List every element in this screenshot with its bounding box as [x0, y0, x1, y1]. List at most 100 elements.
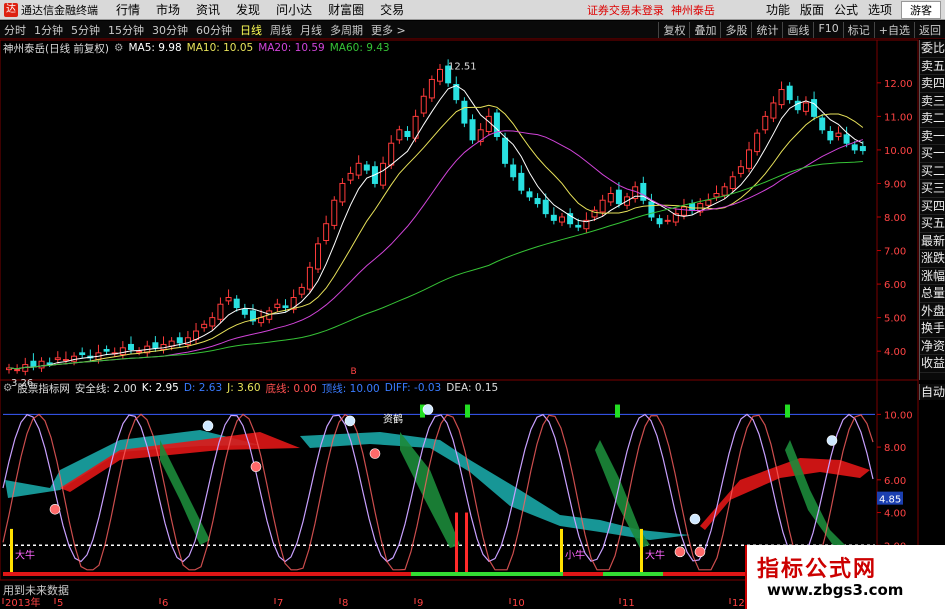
date-label-6: 10	[512, 598, 525, 609]
macd-bar	[411, 572, 415, 576]
macd-bar	[651, 572, 655, 576]
candle-body	[542, 199, 549, 215]
macd-bar	[503, 572, 507, 576]
candle-body	[558, 216, 565, 223]
sidebar-item-6[interactable]: 买一	[920, 145, 945, 163]
macd-bar	[687, 572, 691, 576]
candle-body	[827, 130, 834, 141]
macd-bar	[519, 572, 523, 576]
indicator-legend: ⚙ 股票指标网 安全线: 2.00 K: 2.95 D: 2.63 J: 3.6…	[0, 380, 945, 396]
macd-bar	[391, 572, 395, 576]
macd-bar	[639, 572, 643, 576]
macd-bar	[355, 572, 359, 576]
sidebar-item-8[interactable]: 买三	[920, 180, 945, 198]
candle-body	[258, 317, 265, 324]
macd-bar	[595, 572, 599, 576]
macd-bar	[135, 572, 139, 576]
macd-bar	[163, 572, 167, 576]
macd-bar	[259, 572, 263, 576]
sidebar-item-11[interactable]: 最新	[920, 233, 945, 250]
sidebar-item-2[interactable]: 卖四	[920, 75, 945, 93]
legend-diff: DIFF: -0.03	[384, 382, 442, 394]
macd-bar	[71, 572, 75, 576]
candle-body	[119, 347, 126, 356]
macd-bar	[435, 572, 439, 576]
candle-body	[819, 117, 826, 131]
macd-bar	[63, 572, 67, 576]
macd-bar	[387, 572, 391, 576]
macd-bar	[375, 572, 379, 576]
macd-bar	[3, 572, 7, 576]
settings-gear-icon[interactable]: ⚙	[114, 42, 123, 54]
macd-bar	[263, 572, 267, 576]
legend-ma5: MA5: 9.98	[128, 42, 182, 54]
macd-bar	[39, 572, 43, 576]
macd-bar	[431, 572, 435, 576]
macd-bar	[559, 572, 563, 576]
macd-bar	[155, 572, 159, 576]
date-label-8: 12	[732, 598, 745, 609]
macd-bar	[123, 572, 127, 576]
sidebar-item-18[interactable]: 收益	[920, 355, 945, 373]
sidebar-item-0[interactable]: 委比	[920, 40, 945, 58]
macd-bar	[603, 572, 607, 576]
macd-bar	[655, 572, 659, 576]
macd-bar	[719, 572, 723, 576]
macd-bar	[663, 572, 667, 576]
sidebar-item-12[interactable]: 涨跌	[920, 250, 945, 268]
macd-bar	[87, 572, 91, 576]
macd-bar	[99, 572, 103, 576]
macd-bar	[535, 572, 539, 576]
macd-bar	[507, 572, 511, 576]
date-label-1: 5	[57, 598, 63, 609]
macd-bar	[459, 572, 463, 576]
macd-bar	[219, 572, 223, 576]
candle-body	[859, 146, 866, 152]
macd-bar	[91, 572, 95, 576]
macd-bar	[11, 572, 15, 576]
sidebar-item-15[interactable]: 外盘	[920, 303, 945, 320]
sidebar-item-13[interactable]: 涨幅	[920, 268, 945, 285]
macd-bar	[467, 572, 471, 576]
macd-bar	[83, 572, 87, 576]
price-tick-label-7: 10.00	[884, 146, 913, 157]
candle-body	[656, 218, 663, 225]
macd-bar	[351, 572, 355, 576]
sidebar-item-4[interactable]: 卖二	[920, 110, 945, 128]
ma5-line	[8, 84, 864, 370]
sidebar-item-1[interactable]: 卖五	[920, 58, 945, 75]
macd-bar	[723, 572, 727, 576]
candle-body	[298, 286, 305, 295]
ind-tick-label-2: 4.00	[884, 509, 906, 520]
candle-body	[380, 162, 387, 186]
sidebar-item-14[interactable]: 总量	[920, 285, 945, 303]
price-tick-label-6: 9.00	[884, 179, 906, 190]
candle-body	[664, 219, 671, 222]
legend-j: J: 3.60	[227, 382, 261, 394]
sidebar-item-5[interactable]: 卖一	[920, 128, 945, 145]
signal-ball-0	[202, 420, 214, 432]
sidebar-item-16[interactable]: 换手	[920, 320, 945, 338]
sidebar-item-7[interactable]: 买二	[920, 163, 945, 180]
sidebar-item-3[interactable]: 卖三	[920, 93, 945, 110]
macd-bar	[395, 572, 399, 576]
candle-body	[396, 129, 403, 141]
candle-body	[323, 223, 330, 241]
candle-body	[510, 164, 517, 178]
macd-bar	[191, 572, 195, 576]
macd-bar	[223, 572, 227, 576]
macd-bar	[267, 572, 271, 576]
signal-ball-1	[344, 415, 356, 427]
auto-button[interactable]: 自动	[919, 384, 945, 400]
macd-bar	[79, 572, 83, 576]
sidebar-item-17[interactable]: 净资	[920, 338, 945, 355]
macd-bar	[235, 572, 239, 576]
kline-chart[interactable]: 4.00 5.00 6.00 7.00 8.00 9.00 10.00 11.00 12.00 1…	[0, 0, 945, 609]
macd-bar	[119, 572, 123, 576]
sidebar-item-9[interactable]: 买四	[920, 198, 945, 215]
macd-bar	[643, 572, 647, 576]
macd-bar	[203, 572, 207, 576]
indicator-settings-icon[interactable]: ⚙	[3, 382, 12, 394]
sidebar-item-10[interactable]: 买五	[920, 215, 945, 233]
candle-body	[217, 303, 224, 320]
